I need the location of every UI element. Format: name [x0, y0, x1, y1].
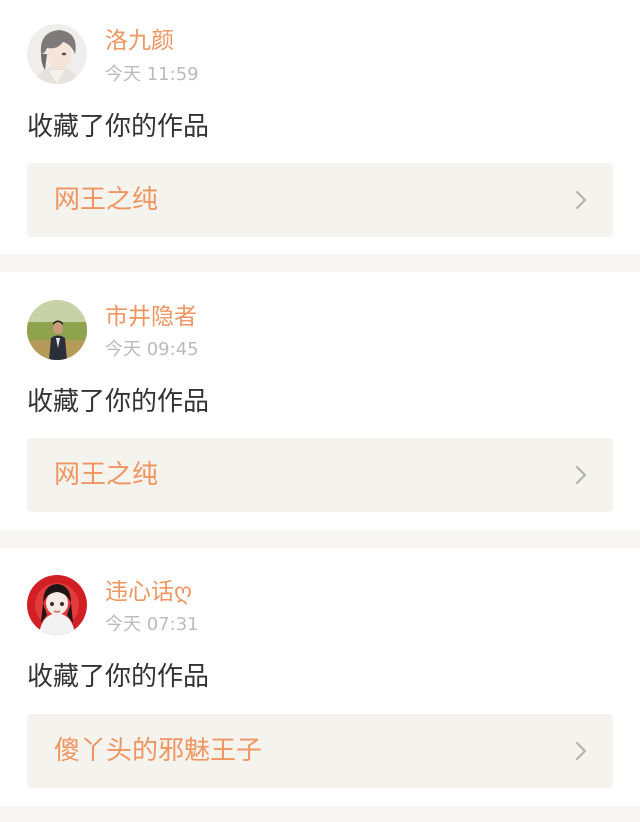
work-title: 网王之纯 [54, 185, 159, 215]
work-title: 网王之纯 [54, 460, 159, 490]
notification-card: 市井隐者 今天 09:45 收藏了你的作品 网王之纯 [0, 272, 640, 530]
work-link[interactable]: 网王之纯 [27, 163, 613, 237]
action-text: 收藏了你的作品 [27, 387, 210, 417]
anime-boy-avatar-icon [27, 24, 87, 84]
notification-card: 洛九颜 今天 11:59 收藏了你的作品 网王之纯 [0, 0, 640, 254]
man-in-field-avatar-icon [27, 300, 87, 360]
username[interactable]: 洛九颜 [105, 27, 174, 55]
chevron-right-icon [575, 741, 587, 761]
user-avatar[interactable] [27, 575, 87, 635]
work-title: 傻丫头的邪魅王子 [54, 736, 263, 766]
action-text: 收藏了你的作品 [27, 662, 210, 692]
username[interactable]: 违心话ღ [105, 578, 192, 606]
username[interactable]: 市井隐者 [105, 303, 197, 331]
anime-girl-red-avatar-icon [27, 575, 87, 635]
user-avatar[interactable] [27, 24, 87, 84]
notification-feed: 洛九颜 今天 11:59 收藏了你的作品 网王之纯 市井隐者 今天 09:45 [0, 0, 640, 822]
user-avatar[interactable] [27, 300, 87, 360]
notification-card: 违心话ღ 今天 07:31 收藏了你的作品 傻丫头的邪魅王子 [0, 548, 640, 806]
action-text: 收藏了你的作品 [27, 112, 210, 142]
work-link[interactable]: 网王之纯 [27, 438, 613, 512]
chevron-right-icon [575, 465, 587, 485]
timestamp: 今天 11:59 [105, 64, 199, 85]
chevron-right-icon [575, 190, 587, 210]
timestamp: 今天 09:45 [105, 339, 199, 360]
work-link[interactable]: 傻丫头的邪魅王子 [27, 714, 613, 788]
timestamp: 今天 07:31 [105, 614, 199, 635]
